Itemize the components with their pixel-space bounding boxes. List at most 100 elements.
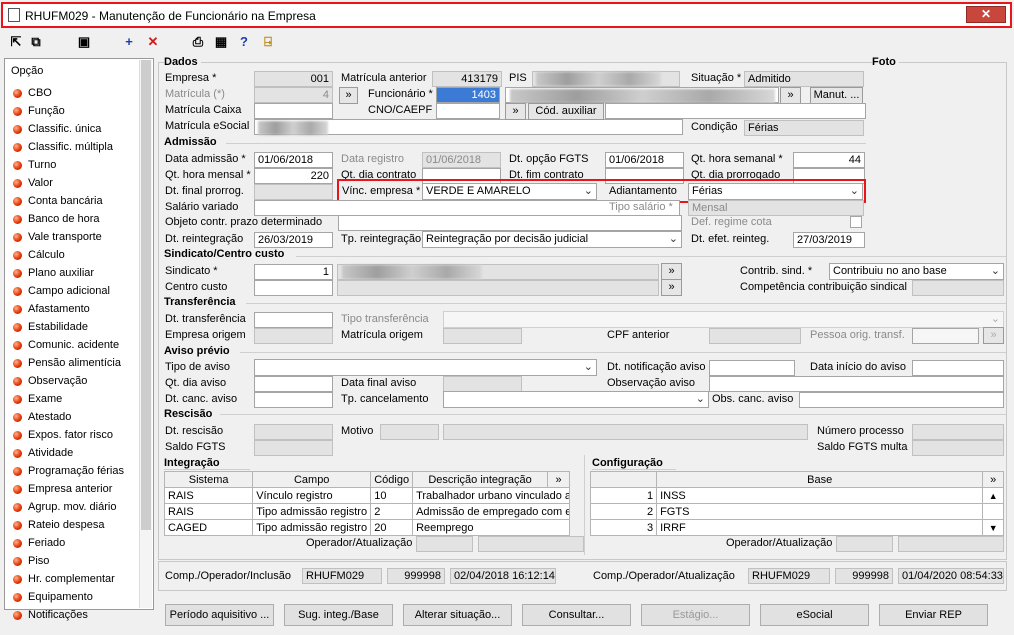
scroll-up-icon[interactable]: ▲ [982, 487, 1004, 504]
tipo-transf-select[interactable]: ⌄ [443, 311, 1004, 328]
estagio-button[interactable]: Estágio... [641, 604, 750, 626]
go-button[interactable]: » [339, 87, 358, 104]
tp-cancelamento-select[interactable]: ⌄ [443, 391, 709, 408]
table-row[interactable]: RAIS Tipo admissão registro 2 Admissão de e… [163, 503, 570, 520]
alterar-situacao-button[interactable]: Alterar situação... [403, 604, 512, 626]
motivo-desc-field[interactable] [443, 424, 808, 440]
atualizacao-dt-field[interactable]: 01/04/2020 08:54:33 [898, 568, 1004, 584]
col-base[interactable]: Base [656, 471, 984, 488]
option-item[interactable]: Programação férias [5, 463, 141, 481]
option-item[interactable]: Campo adicional [5, 283, 141, 301]
sindicato-field[interactable]: 1 [254, 264, 333, 280]
obs-aviso-field[interactable] [709, 376, 1004, 392]
cno-field[interactable] [436, 103, 500, 119]
obs-canc-field[interactable] [799, 392, 1004, 408]
dt-rescisao-field[interactable] [254, 424, 333, 440]
help-icon[interactable]: ? [236, 34, 252, 50]
col-campo[interactable]: Campo [252, 471, 372, 488]
matricula-anterior-field[interactable]: 413179 [432, 71, 502, 87]
option-item[interactable]: Feriado [5, 535, 141, 553]
empresa-origem-field[interactable] [254, 328, 333, 344]
motivo-field[interactable] [380, 424, 439, 440]
atualizacao-prog-field[interactable]: RHUFM029 [748, 568, 830, 584]
atualizacao-op-field[interactable]: 999998 [835, 568, 893, 584]
data-admissao-field[interactable]: 01/06/2018 [254, 152, 333, 168]
contrib-sind-select[interactable]: Contribuiu no ano base ⌄ [829, 263, 1004, 280]
hora-mensal-field[interactable]: 220 [254, 168, 333, 184]
config-dt-field[interactable] [898, 536, 1004, 552]
saldo-fgts-field[interactable] [254, 440, 333, 456]
cpf-anterior-field[interactable] [709, 328, 801, 344]
centro-custo-name-field[interactable] [337, 280, 659, 296]
situacao-field[interactable]: Admitido [744, 71, 864, 87]
dt-transf-field[interactable] [254, 312, 333, 328]
competencia-field[interactable] [912, 280, 1004, 296]
table-row[interactable]: RAIS Vínculo registro 10 Trabalhador urbano… [163, 487, 570, 504]
inclusao-prog-field[interactable]: RHUFM029 [302, 568, 382, 584]
esocial-button[interactable]: eSocial [760, 604, 869, 626]
final-prorrog-field[interactable] [254, 184, 333, 200]
option-item[interactable]: Classific. única [5, 121, 141, 139]
option-item[interactable]: Plano auxiliar [5, 265, 141, 283]
saldo-multa-field[interactable] [912, 440, 1004, 456]
print-icon[interactable]: ⎙ [190, 34, 206, 50]
option-item[interactable]: Empresa anterior [5, 481, 141, 499]
option-item[interactable]: Rateio despesa [5, 517, 141, 535]
matricula-caixa-field[interactable] [254, 103, 333, 119]
option-item[interactable]: Banco de hora [5, 211, 141, 229]
add-icon[interactable]: + [121, 34, 137, 50]
option-item[interactable]: Hr. complementar [5, 571, 141, 589]
tipo-aviso-select[interactable]: ⌄ [254, 359, 597, 376]
option-item[interactable]: Vale transporte [5, 229, 141, 247]
calc-icon[interactable]: ▦ [213, 34, 229, 50]
enviar-rep-button[interactable]: Enviar REP [879, 604, 988, 626]
numero-processo-field[interactable] [912, 424, 1004, 440]
pessoa-orig-field[interactable] [912, 328, 979, 344]
inicio-aviso-field[interactable] [912, 360, 1004, 376]
table-row[interactable]: 3 IRRF ▼ [589, 519, 1004, 536]
option-item[interactable]: Afastamento [5, 301, 141, 319]
centro-custo-go[interactable]: » [661, 279, 682, 296]
matricula-field[interactable]: 4 [254, 87, 333, 103]
option-item[interactable]: Pensão alimentícia [5, 355, 141, 373]
col-sistema[interactable]: Sistema [163, 471, 254, 488]
copy-icon[interactable]: ⧉ [28, 34, 44, 50]
first-icon[interactable]: ⇱ [8, 34, 24, 50]
periodo-aquisitivo-button[interactable]: Período aquisitivo ... [165, 604, 274, 626]
matricula-origem-field[interactable] [443, 328, 522, 344]
option-item[interactable]: Piso [5, 553, 141, 571]
save-icon[interactable]: ▣ [76, 34, 92, 50]
exit-icon[interactable]: ⍈ [260, 34, 276, 50]
option-item[interactable]: Função [5, 103, 141, 121]
option-item[interactable]: Observação [5, 373, 141, 391]
delete-icon[interactable]: ✕ [145, 34, 161, 50]
scroll-down-icon[interactable]: ▼ [982, 519, 1004, 536]
hora-semanal-field[interactable]: 44 [793, 152, 865, 168]
cod-auxiliar-go[interactable]: » [505, 103, 526, 120]
reintegracao-field[interactable]: 26/03/2019 [254, 232, 333, 248]
table-row[interactable]: 2 FGTS [589, 503, 1004, 520]
table-row[interactable]: 1 INSS ▲ [589, 487, 1004, 504]
table-row[interactable]: CAGED Tipo admissão registro 20 Reemprego [163, 519, 570, 536]
option-item[interactable]: Cálculo [5, 247, 141, 265]
inclusao-dt-field[interactable]: 02/04/2018 16:12:14 [450, 568, 556, 584]
config-op-field[interactable] [836, 536, 893, 552]
funcionario-field[interactable]: 1403 [436, 87, 500, 103]
option-scrollbar[interactable] [139, 60, 152, 608]
sindicato-go[interactable]: » [661, 263, 682, 280]
empresa-field[interactable]: 001 [254, 71, 333, 87]
pessoa-orig-go[interactable]: » [983, 327, 1004, 344]
final-aviso-field[interactable] [443, 376, 522, 392]
option-item[interactable]: Conta bancária [5, 193, 141, 211]
col-expand[interactable]: » [547, 471, 570, 488]
integracao-op-field[interactable] [416, 536, 473, 552]
option-item[interactable]: Classific. múltipla [5, 139, 141, 157]
inclusao-op-field[interactable]: 999998 [387, 568, 445, 584]
tp-reintegracao-select[interactable]: Reintegração por decisão judicial ⌄ [422, 231, 682, 248]
efet-reinteg-field[interactable]: 27/03/2019 [793, 232, 865, 248]
close-button[interactable]: ✕ [966, 6, 1006, 23]
option-item[interactable]: Atividade [5, 445, 141, 463]
cod-auxiliar-field[interactable] [605, 103, 866, 119]
integracao-dt-field[interactable] [478, 536, 584, 552]
def-regime-checkbox[interactable] [850, 216, 862, 228]
